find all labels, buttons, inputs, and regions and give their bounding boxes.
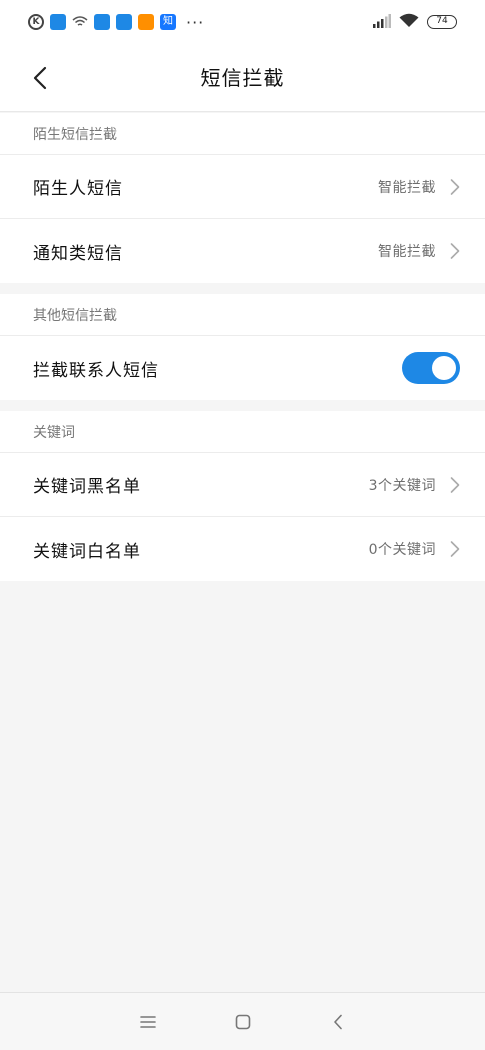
app-icon bbox=[94, 14, 110, 30]
chevron-right-icon bbox=[450, 476, 460, 494]
row-right bbox=[402, 352, 460, 384]
zhi-icon: 知 bbox=[160, 14, 176, 30]
row-label: 关键词白名单 bbox=[33, 541, 141, 562]
section-header: 关键词 bbox=[0, 411, 485, 453]
row-value: 3个关键词 bbox=[368, 477, 436, 494]
section-header: 其他短信拦截 bbox=[0, 294, 485, 336]
section-stranger-sms: 陌生短信拦截 陌生人短信 智能拦截 通知类短信 智能拦截 bbox=[0, 113, 485, 283]
signal-icon bbox=[373, 13, 391, 32]
section-other-sms: 其他短信拦截 拦截联系人短信 bbox=[0, 294, 485, 400]
row-notification-sms[interactable]: 通知类短信 智能拦截 bbox=[0, 219, 485, 283]
app-icon bbox=[50, 14, 66, 30]
chevron-right-icon bbox=[450, 178, 460, 196]
row-label: 拦截联系人短信 bbox=[33, 360, 159, 381]
status-left: K 知 ··· bbox=[28, 13, 204, 32]
row-label: 通知类短信 bbox=[33, 243, 123, 264]
block-contact-toggle[interactable] bbox=[402, 352, 460, 384]
row-label: 陌生人短信 bbox=[33, 179, 123, 199]
toggle-knob bbox=[432, 356, 456, 380]
section-keywords: 关键词 关键词黑名单 3个关键词 关键词白名单 0个关键词 bbox=[0, 411, 485, 581]
k-icon: K bbox=[28, 14, 44, 30]
row-block-contact-sms: 拦截联系人短信 bbox=[0, 336, 485, 400]
row-right: 智能拦截 bbox=[378, 177, 460, 197]
back-icon bbox=[333, 1014, 342, 1029]
row-value: 0个关键词 bbox=[368, 542, 436, 558]
row-label: 关键词黑名单 bbox=[33, 477, 141, 497]
row-keyword-whitelist[interactable]: 关键词白名单 0个关键词 bbox=[0, 517, 485, 581]
row-value: 智能拦截 bbox=[378, 244, 436, 260]
page-title: 短信拦截 bbox=[200, 66, 285, 90]
row-keyword-blacklist[interactable]: 关键词黑名单 3个关键词 bbox=[0, 453, 485, 517]
row-value: 智能拦截 bbox=[378, 179, 436, 196]
row-right: 0个关键词 bbox=[369, 539, 460, 559]
status-bar: K 知 ··· 74 bbox=[0, 0, 485, 44]
orange-app-icon bbox=[138, 14, 154, 30]
chevron-right-icon bbox=[450, 242, 460, 260]
nav-back-button[interactable] bbox=[323, 1007, 353, 1037]
app-icon bbox=[116, 14, 132, 30]
battery-icon: 74 bbox=[427, 15, 457, 29]
navigation-bar bbox=[0, 992, 485, 1050]
chevron-right-icon bbox=[450, 540, 460, 558]
section-header: 陌生短信拦截 bbox=[0, 113, 485, 155]
title-bar: 短信拦截 bbox=[0, 44, 485, 112]
screen: K 知 ··· 74 短信拦截 陌生短信拦截 陌生人短信 智能拦截 通知类短信 … bbox=[0, 0, 485, 1050]
home-button[interactable] bbox=[228, 1007, 258, 1037]
row-right: 智能拦截 bbox=[378, 241, 460, 261]
menu-button[interactable] bbox=[133, 1007, 163, 1037]
wifi-small-icon bbox=[72, 14, 88, 30]
menu-icon bbox=[139, 1015, 156, 1028]
row-stranger-sms[interactable]: 陌生人短信 智能拦截 bbox=[0, 155, 485, 219]
status-right: 74 bbox=[373, 13, 457, 32]
more-dots-icon: ··· bbox=[186, 12, 205, 32]
wifi-icon bbox=[399, 13, 419, 32]
home-icon bbox=[235, 1014, 250, 1029]
row-right: 3个关键词 bbox=[369, 475, 460, 495]
